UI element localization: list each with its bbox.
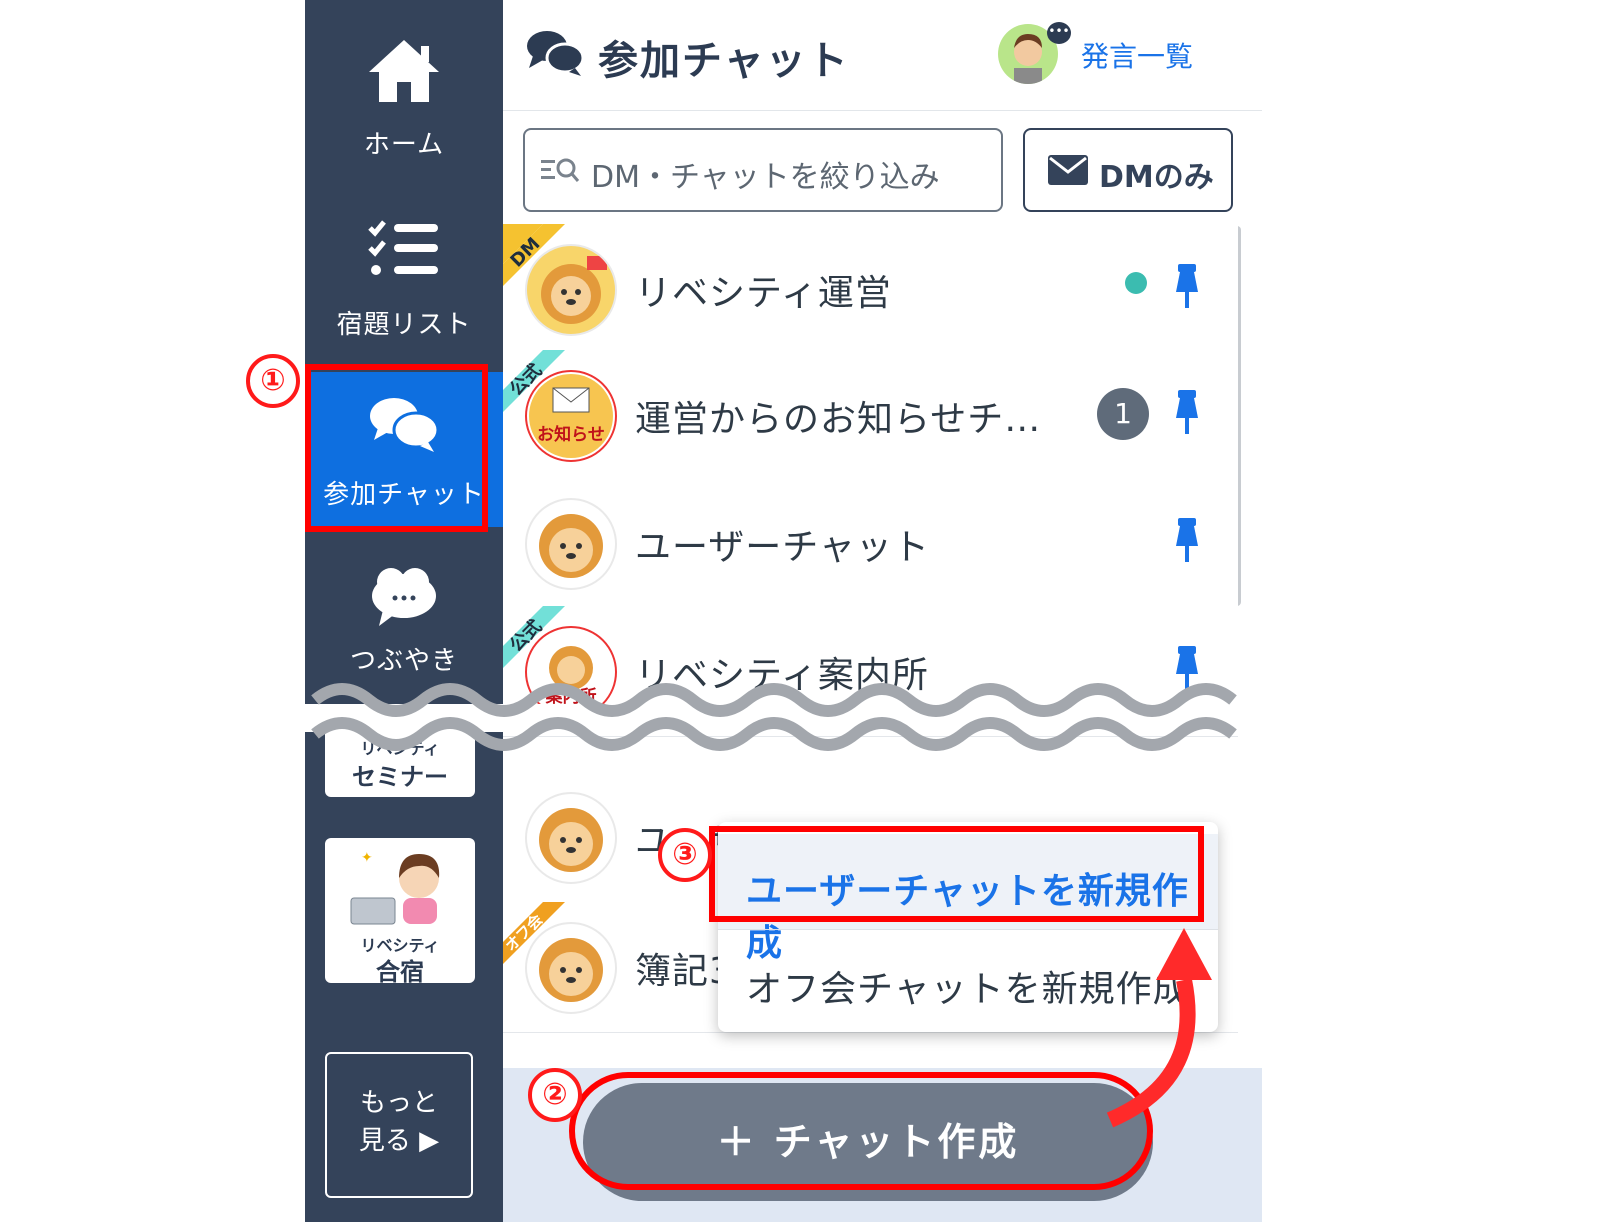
lion-mascot-icon [539, 938, 603, 1002]
more-label-line2: 見る ▶ [358, 1126, 440, 1156]
sidebar-item-home[interactable]: ホーム [305, 20, 503, 180]
statement-list-link[interactable]: 発言一覧 [1081, 35, 1193, 75]
avatar [525, 922, 617, 1014]
lion-mascot-icon [539, 808, 603, 872]
lion-mascot-icon [541, 256, 607, 324]
annotation-step-1: ① [246, 354, 300, 408]
pin-icon[interactable] [1170, 262, 1204, 312]
chat-name: 運営からのお知らせチ… [635, 399, 1042, 440]
search-input[interactable]: DM・チャットを絞り込み [523, 128, 1003, 212]
home-icon [369, 40, 439, 102]
page-title: 参加チャット [598, 38, 850, 84]
more-label-line1: もっと [359, 1088, 438, 1118]
chat-row[interactable]: 公式 お知らせ 運営からのお知らせチ… 1 [503, 350, 1238, 481]
curved-arrow [1106, 928, 1212, 1128]
sidebar-item-homework[interactable]: 宿題リスト [305, 200, 503, 360]
online-dot [1125, 272, 1147, 294]
chat-name: リベシティ運営 [635, 273, 892, 314]
unread-badge: 1 [1097, 388, 1149, 440]
envelope-icon [1048, 155, 1088, 185]
svg-text:✦: ✦ [361, 850, 373, 866]
annotation-box-3 [709, 826, 1204, 922]
chat-row[interactable]: ユーザーチャット [503, 478, 1238, 609]
checklist-icon [368, 220, 438, 275]
notice-mascot-icon [529, 374, 613, 458]
annotation-box-2 [569, 1072, 1153, 1190]
chat-row[interactable]: DM リベシティ運営 [503, 224, 1238, 355]
pin-icon[interactable] [1170, 388, 1204, 438]
avatar [525, 498, 617, 590]
cloud-bubble-icon [372, 568, 436, 626]
chat-name: ユーザーチャット [635, 527, 930, 568]
camp-illustration-icon: ✦ [350, 850, 440, 925]
dm-only-label: DMのみ [1099, 160, 1214, 195]
sidebar-item-label: 宿題リスト [336, 310, 472, 340]
search-placeholder: DM・チャットを絞り込み [591, 160, 940, 195]
sidebar: ホーム 宿題リスト 参加チャット つぶやき リベシティ セミナー ✦ リベシティ… [305, 0, 503, 1222]
avatar [525, 244, 617, 336]
annotation-step-2: ② [528, 1068, 582, 1122]
dm-only-button[interactable]: DMのみ [1023, 128, 1233, 212]
header: 参加チャット ••• 発言一覧 [503, 0, 1262, 111]
speech-dots-icon: ••• [1047, 22, 1071, 44]
avatar: お知らせ [525, 370, 617, 462]
filter-search-icon [541, 158, 580, 182]
lion-mascot-icon [539, 514, 603, 578]
more-button[interactable]: もっと 見る ▶ [325, 1052, 473, 1198]
sidebar-item-tweet[interactable]: つぶやき [305, 560, 503, 690]
avatar [525, 792, 617, 884]
sidebar-item-label: ホーム [363, 130, 445, 160]
pin-icon[interactable] [1170, 516, 1204, 566]
wavy-break-divider [305, 683, 1262, 751]
camp-banner[interactable]: ✦ リベシティ 合宿 [325, 838, 475, 986]
annotation-box-1 [305, 364, 488, 532]
chat-bubbles-icon [527, 31, 585, 76]
camp-banner-bottom: 合宿 [376, 958, 424, 986]
annotation-step-3: ③ [658, 828, 712, 882]
avatar-caption: お知らせ [537, 425, 605, 445]
